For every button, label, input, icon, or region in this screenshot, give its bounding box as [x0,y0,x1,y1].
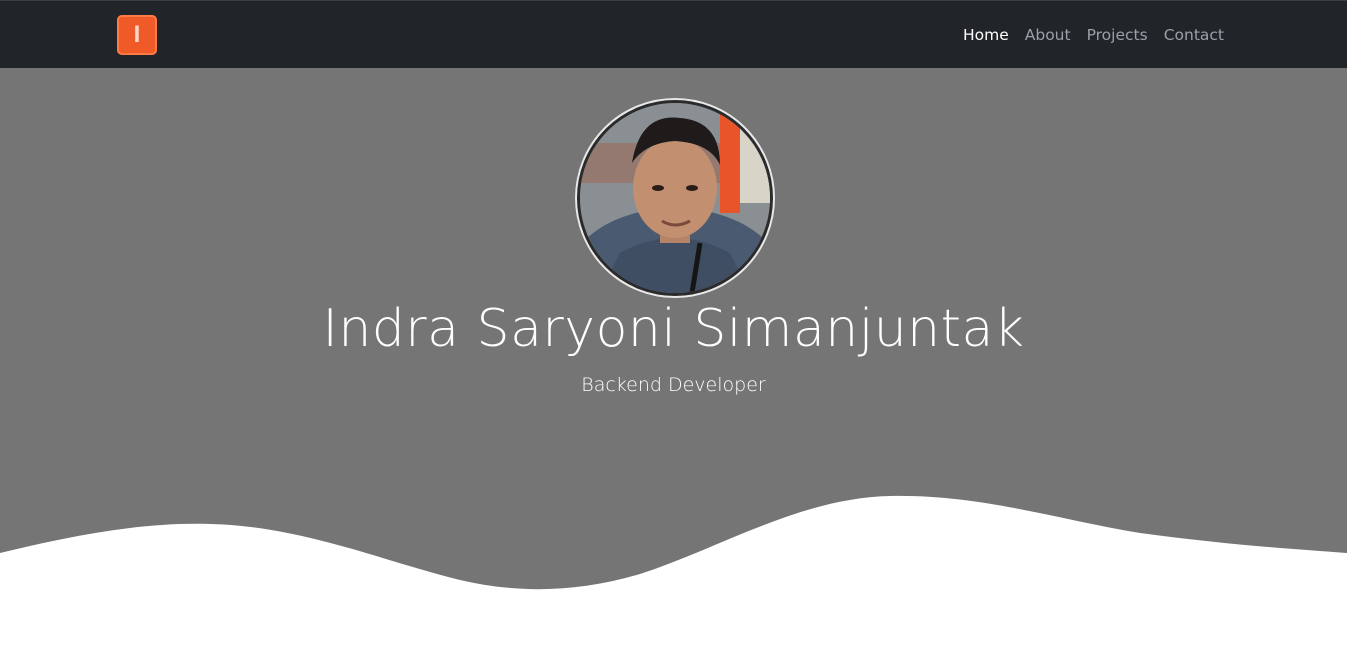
nav-link-about[interactable]: About [1025,26,1071,44]
profile-photo [580,103,770,293]
hero-section: Indra Saryoni Simanjuntak Backend Develo… [0,68,1347,666]
brand-letter: I [133,21,141,48]
hero-role: Backend Developer [581,374,766,396]
profile-photo-illustration [580,103,770,293]
navbar: I Home About Projects Contact [0,0,1347,68]
avatar [575,98,775,298]
brand-logo[interactable]: I [117,15,157,55]
hero-name: Indra Saryoni Simanjuntak [322,299,1025,359]
nav-links: Home About Projects Contact [963,1,1224,69]
nav-link-home[interactable]: Home [963,26,1009,44]
nav-link-projects[interactable]: Projects [1087,26,1148,44]
nav-link-contact[interactable]: Contact [1164,26,1224,44]
